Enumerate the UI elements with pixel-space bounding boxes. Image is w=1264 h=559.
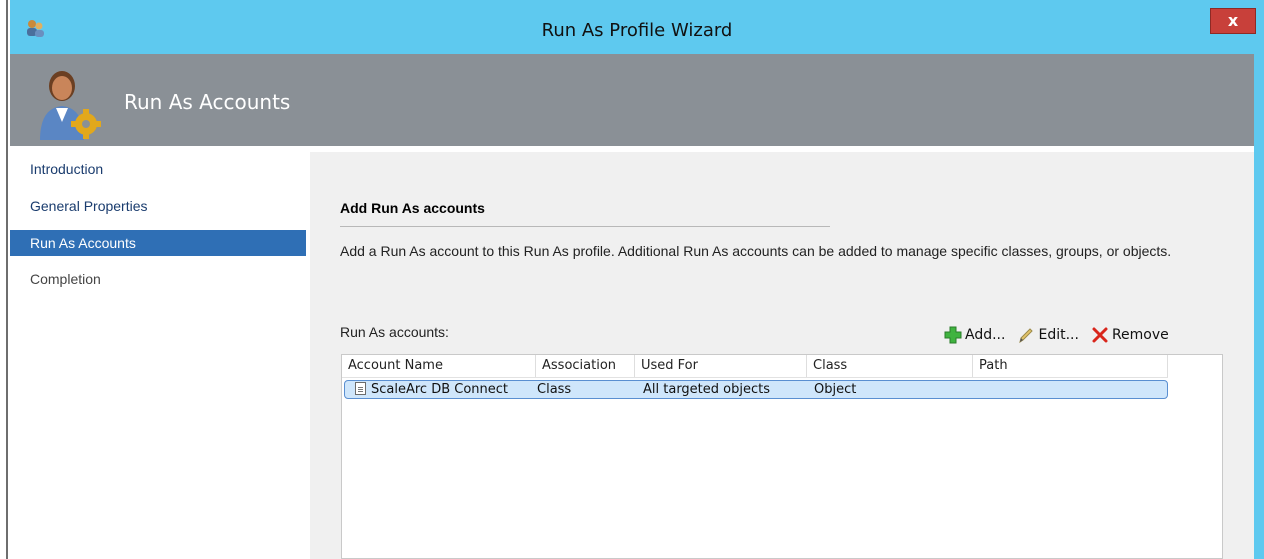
plus-icon: [944, 326, 962, 344]
edit-button[interactable]: Edit...: [1017, 326, 1079, 344]
cell-path: [980, 381, 1160, 398]
column-account-name[interactable]: Account Name: [342, 355, 536, 377]
column-association[interactable]: Association: [536, 355, 635, 377]
remove-label: Remove: [1111, 327, 1169, 343]
pencil-icon: [1019, 328, 1034, 344]
user-gear-icon: [40, 71, 101, 140]
column-class[interactable]: Class: [807, 355, 973, 377]
content-panel: Add Run As accounts Add a Run As account…: [310, 152, 1254, 559]
cell-used-for: All targeted objects: [643, 382, 770, 397]
cell-account-name: ScaleArc DB Connect: [355, 381, 537, 398]
list-header: Account Name Association Used For Class …: [342, 355, 1168, 378]
nav-item-general-properties[interactable]: General Properties: [10, 193, 306, 219]
title-bar[interactable]: Run As Profile Wizard x: [10, 8, 1264, 54]
nav-item-completion[interactable]: Completion: [10, 266, 306, 292]
section-description: Add a Run As account to this Run As prof…: [340, 243, 1172, 259]
wizard-body: Introduction General Properties Run As A…: [10, 146, 1254, 559]
accounts-list-label: Run As accounts:: [340, 324, 449, 340]
add-button[interactable]: Add...: [944, 326, 1005, 344]
wizard-header: Run As Accounts: [10, 54, 1254, 146]
remove-button[interactable]: Remove: [1091, 326, 1169, 344]
nav-item-run-as-accounts[interactable]: Run As Accounts: [10, 230, 306, 256]
window-title: Run As Profile Wizard: [541, 20, 733, 41]
edit-label: Edit...: [1038, 327, 1079, 343]
wizard-steps-nav: Introduction General Properties Run As A…: [10, 146, 310, 559]
add-label: Add...: [965, 327, 1006, 343]
cell-class: Object: [814, 382, 857, 397]
section-divider: [340, 226, 830, 227]
close-button[interactable]: x: [1210, 8, 1256, 34]
accounts-list[interactable]: Account Name Association Used For Class …: [341, 354, 1223, 559]
document-icon: [355, 382, 366, 395]
column-used-for[interactable]: Used For: [635, 355, 807, 377]
accounts-toolbar: Add... Edit... Remove: [944, 324, 1181, 346]
section-title: Add Run As accounts: [340, 200, 485, 216]
nav-item-introduction[interactable]: Introduction: [10, 156, 306, 182]
column-path[interactable]: Path: [973, 355, 1168, 377]
x-icon: [1092, 327, 1108, 343]
table-row[interactable]: ScaleArc DB Connect Class All targeted o…: [344, 380, 1168, 399]
edge-bar: [6, 0, 8, 559]
desktop-edge: [0, 0, 10, 559]
account-name-text: ScaleArc DB Connect: [371, 382, 509, 397]
header-title: Run As Accounts: [124, 90, 291, 114]
cell-association: Class: [537, 382, 572, 397]
